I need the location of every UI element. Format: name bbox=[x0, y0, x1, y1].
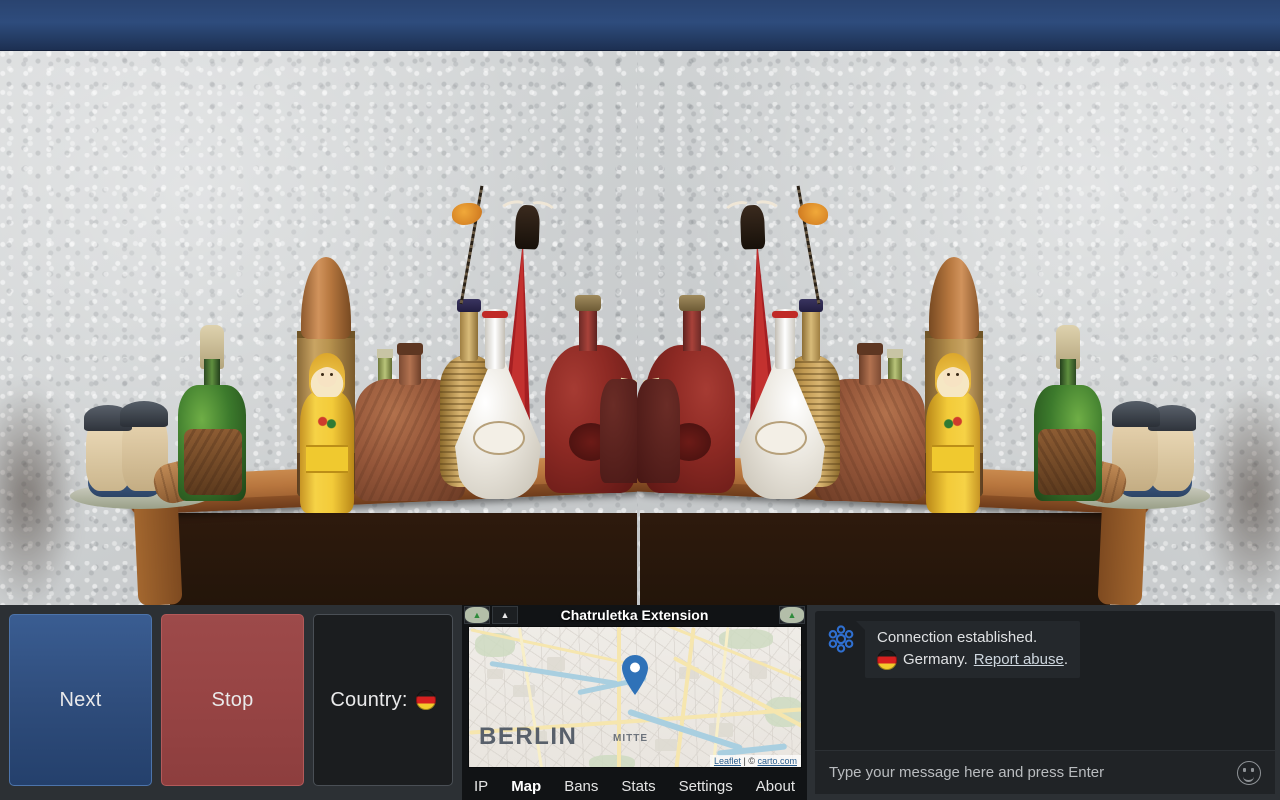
chatruletka-app: Next Stop Country: ▲ ▲ ▲ Chatruletka Ext… bbox=[0, 0, 1280, 800]
chat-message-line-1: Connection established. bbox=[877, 629, 1038, 646]
map-park bbox=[589, 755, 635, 767]
country-selector-button[interactable]: Country: bbox=[313, 614, 453, 786]
map-block bbox=[487, 669, 503, 679]
carto-link[interactable]: carto.com bbox=[757, 756, 797, 766]
tab-stats[interactable]: Stats bbox=[621, 778, 655, 795]
map-canvas[interactable]: BERLIN MITTE Leaflet | © carto.com bbox=[469, 627, 801, 767]
chatruletka-logo-icon bbox=[825, 623, 857, 655]
bottom-control-deck: Next Stop Country: ▲ ▲ ▲ Chatruletka Ext… bbox=[0, 605, 1280, 800]
next-button[interactable]: Next bbox=[9, 614, 152, 786]
chat-message-log: Connection established. Germany. Report … bbox=[815, 611, 1275, 750]
tab-ip[interactable]: IP bbox=[474, 778, 488, 795]
map-road bbox=[617, 627, 621, 767]
expand-green-chevron-icon[interactable]: ▲ bbox=[779, 606, 805, 624]
tab-settings[interactable]: Settings bbox=[679, 778, 733, 795]
local-video-pane[interactable] bbox=[637, 51, 1280, 605]
map-block bbox=[655, 739, 677, 751]
chat-input-row[interactable]: Type your message here and press Enter bbox=[815, 750, 1275, 794]
remote-video-scene bbox=[0, 51, 637, 605]
extension-tab-bar: IP Map Bans Stats Settings About bbox=[462, 772, 807, 800]
matryoshka-bottle bbox=[300, 353, 354, 513]
country-button-label: Country: bbox=[330, 688, 408, 711]
site-header-bar bbox=[0, 0, 1280, 51]
leaflet-map[interactable]: BERLIN MITTE Leaflet | © carto.com bbox=[468, 626, 802, 768]
extension-title: Chatruletka Extension bbox=[560, 607, 709, 623]
chatruletka-extension-widget: ▲ ▲ ▲ Chatruletka Extension ▲ ▲ bbox=[462, 605, 807, 800]
wall-shadow bbox=[0, 381, 80, 605]
local-video-scene bbox=[637, 51, 1280, 605]
remote-video-pane[interactable] bbox=[0, 51, 637, 605]
flag-germany-icon bbox=[415, 690, 436, 710]
call-controls: Next Stop Country: bbox=[0, 605, 462, 800]
stop-button-label: Stop bbox=[211, 688, 254, 711]
dark-red-bottle-mirror bbox=[637, 355, 680, 483]
map-city-label: BERLIN bbox=[479, 723, 578, 750]
tab-about[interactable]: About bbox=[756, 778, 795, 795]
next-button-label: Next bbox=[59, 688, 102, 711]
video-stage bbox=[0, 51, 1280, 605]
chat-line-trailing: . bbox=[1063, 651, 1068, 668]
flag-germany-icon bbox=[877, 650, 897, 670]
white-ceramic-bottle bbox=[455, 309, 541, 499]
green-decanter bbox=[178, 325, 246, 501]
chat-message-bubble: Connection established. Germany. Report … bbox=[856, 621, 1080, 678]
extension-titlebar-right-buttons: ▲ ▲ bbox=[777, 606, 805, 624]
tab-bans[interactable]: Bans bbox=[564, 778, 598, 795]
map-pin-icon[interactable] bbox=[621, 655, 649, 695]
extension-titlebar: ▲ ▲ ▲ Chatruletka Extension ▲ ▲ bbox=[462, 605, 807, 625]
tab-map[interactable]: Map bbox=[511, 778, 541, 795]
chat-message: Connection established. Germany. Report … bbox=[825, 621, 1265, 678]
chat-input-placeholder[interactable]: Type your message here and press Enter bbox=[829, 764, 1237, 781]
white-ceramic-bottle-mirror bbox=[739, 309, 825, 499]
chat-country-label: Germany. bbox=[903, 651, 968, 668]
chat-message-line-2: Germany. Report abuse. bbox=[877, 649, 1068, 671]
matryoshka-bottle-mirror bbox=[926, 353, 980, 513]
stop-button[interactable]: Stop bbox=[161, 614, 304, 786]
shelf-leg bbox=[133, 494, 183, 605]
map-block bbox=[547, 657, 565, 671]
report-abuse-link[interactable]: Report abuse bbox=[974, 651, 1064, 668]
smiley-icon[interactable] bbox=[1237, 760, 1261, 785]
map-district-label: MITTE bbox=[613, 733, 648, 744]
chat-panel: Connection established. Germany. Report … bbox=[815, 611, 1275, 794]
shelf-underside bbox=[170, 513, 637, 605]
map-attribution: Leaflet | © carto.com bbox=[709, 755, 801, 767]
leaflet-link[interactable]: Leaflet bbox=[714, 756, 741, 766]
green-decanter-mirror bbox=[1034, 325, 1102, 501]
dark-red-bottle bbox=[600, 355, 637, 483]
wall-shadow-mirror bbox=[1200, 381, 1280, 605]
